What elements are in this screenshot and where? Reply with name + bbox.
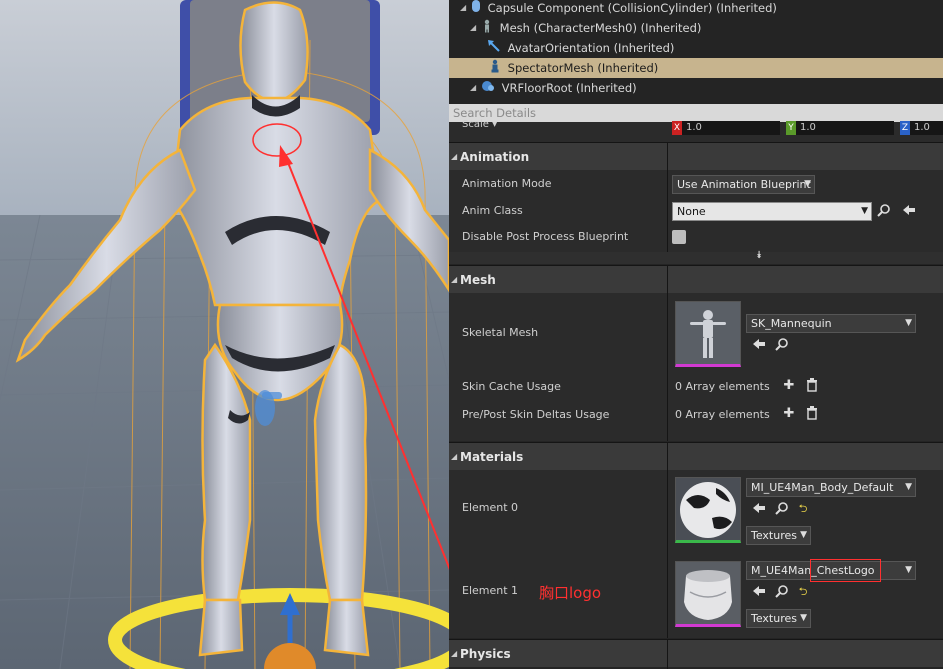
chevron-down-icon: ▼ <box>804 179 811 189</box>
scale-x-axis-label: X <box>672 121 682 135</box>
scale-label[interactable]: Scale ▾ <box>462 119 497 130</box>
physics-category-header[interactable]: ◢ Physics <box>449 639 943 667</box>
column-divider <box>667 142 668 252</box>
disable-post-process-label: Disable Post Process Blueprint <box>462 230 629 243</box>
animation-mode-label: Animation Mode <box>462 177 552 190</box>
tree-item-label: VRFloorRoot (Inherited) <box>501 81 637 95</box>
use-selected-arrow-icon[interactable] <box>751 337 767 353</box>
textures-label: Textures <box>751 529 797 542</box>
browse-search-icon[interactable] <box>876 203 892 219</box>
reset-to-default-icon[interactable]: ⮌ <box>795 584 811 600</box>
use-selected-arrow-icon[interactable] <box>751 501 767 517</box>
collapse-triangle-icon: ◢ <box>451 649 458 658</box>
collapse-triangle-icon[interactable]: ◢ <box>460 0 466 18</box>
chevron-down-icon: ▼ <box>905 482 912 492</box>
collapse-triangle-icon[interactable]: ◢ <box>470 18 476 38</box>
column-divider <box>667 442 668 638</box>
collapse-triangle-icon[interactable]: ◢ <box>470 78 476 98</box>
skeletal-mesh-icon <box>481 19 493 39</box>
chevron-down-icon: ▼ <box>800 530 807 540</box>
details-panel: ◢ Capsule Component (CollisionCylinder) … <box>449 0 943 669</box>
tree-item-vr-floor-root[interactable]: ◢ VRFloorRoot (Inherited) <box>449 78 943 98</box>
scene-component-icon <box>481 79 495 99</box>
tree-item-label: AvatarOrientation (Inherited) <box>507 41 675 55</box>
skeletal-mesh-thumbnail[interactable] <box>675 301 741 367</box>
trash-icon[interactable] <box>804 406 820 422</box>
chevron-down-icon: ▼ <box>861 206 868 216</box>
tree-item-capsule-component[interactable]: ◢ Capsule Component (CollisionCylinder) … <box>449 0 943 18</box>
skeletal-mesh-label: Skeletal Mesh <box>462 326 539 339</box>
skin-cache-label: Skin Cache Usage <box>462 380 561 393</box>
browse-search-icon[interactable] <box>774 337 790 353</box>
add-element-icon[interactable]: ✚ <box>781 378 797 394</box>
anim-class-value: None <box>677 205 706 218</box>
material-1-textures-dropdown[interactable]: Textures ▼ <box>746 609 811 628</box>
material-0-textures-dropdown[interactable]: Textures ▼ <box>746 526 811 545</box>
scale-z-axis-label: Z <box>900 121 910 135</box>
tree-item-spectator-mesh[interactable]: SpectatorMesh (Inherited) <box>449 58 943 78</box>
tree-item-label: Mesh (CharacterMesh0) (Inherited) <box>499 21 702 35</box>
advanced-expander[interactable]: ⯯ <box>449 250 943 264</box>
material-0-dropdown[interactable]: MI_UE4Man_Body_Default ▼ <box>746 478 916 497</box>
skin-cache-value: 0 Array elements <box>675 380 770 393</box>
tree-item-label: Capsule Component (CollisionCylinder) (I… <box>487 1 777 15</box>
animation-mode-dropdown[interactable]: Use Animation Blueprint ▼ <box>672 175 815 194</box>
materials-category-header[interactable]: ◢ Materials <box>449 442 943 470</box>
browse-search-icon[interactable] <box>774 584 790 600</box>
element-1-label: Element 1 <box>462 584 519 597</box>
annotation-label: 胸口logo <box>539 584 602 602</box>
materials-category-title: Materials <box>460 450 524 464</box>
material-0-thumbnail[interactable] <box>675 477 741 543</box>
use-selected-arrow-icon[interactable] <box>901 203 917 219</box>
collapse-triangle-icon: ◢ <box>451 452 458 461</box>
mesh-category-header[interactable]: ◢ Mesh <box>449 265 943 293</box>
element-0-label: Element 0 <box>462 501 519 514</box>
animation-category-header[interactable]: ◢ Animation <box>449 142 943 170</box>
add-element-icon[interactable]: ✚ <box>781 406 797 422</box>
prepost-skin-deltas-label: Pre/Post Skin Deltas Usage <box>462 408 610 421</box>
skeletal-mesh-dropdown[interactable]: SK_Mannequin ▼ <box>746 314 916 333</box>
capsule-icon <box>471 0 481 19</box>
arrow-component-icon <box>487 39 501 59</box>
textures-label: Textures <box>751 612 797 625</box>
animation-mode-value: Use Animation Blueprint <box>677 178 811 191</box>
chevron-down-icon: ▼ <box>800 613 807 623</box>
scale-y-field[interactable]: 1.0 <box>796 121 894 135</box>
mesh-category-title: Mesh <box>460 273 496 287</box>
trash-icon[interactable] <box>804 378 820 394</box>
highlight-box <box>810 559 881 582</box>
tree-item-label: SpectatorMesh (Inherited) <box>507 61 659 75</box>
disable-post-process-checkbox[interactable] <box>672 230 686 244</box>
column-divider <box>667 639 668 669</box>
use-selected-arrow-icon[interactable] <box>751 584 767 600</box>
collapse-triangle-icon: ◢ <box>451 152 458 161</box>
browse-search-icon[interactable] <box>774 501 790 517</box>
collapse-triangle-icon: ◢ <box>451 275 458 284</box>
column-divider <box>667 265 668 441</box>
skeletal-mesh-value: SK_Mannequin <box>751 317 832 330</box>
tree-item-avatar-orientation[interactable]: AvatarOrientation (Inherited) <box>449 38 943 58</box>
chevron-down-icon: ▼ <box>905 565 912 575</box>
scale-x-field[interactable]: 1.0 <box>682 121 780 135</box>
animation-category-title: Animation <box>460 150 530 164</box>
scale-z-field[interactable]: 1.0 <box>910 121 943 135</box>
expand-advanced-icon: ⯯ <box>756 250 762 261</box>
material-0-value: MI_UE4Man_Body_Default <box>751 481 894 494</box>
reset-to-default-icon[interactable]: ⮌ <box>795 501 811 517</box>
prepost-skin-deltas-value: 0 Array elements <box>675 408 770 421</box>
chevron-down-icon: ▼ <box>905 318 912 328</box>
physics-category-title: Physics <box>460 647 511 661</box>
tree-item-mesh[interactable]: ◢ Mesh (CharacterMesh0) (Inherited) <box>449 18 943 38</box>
material-1-thumbnail[interactable] <box>675 561 741 627</box>
search-details-input[interactable]: Search Details <box>449 104 943 122</box>
anim-class-dropdown[interactable]: None ▼ <box>672 202 872 221</box>
skeletal-mesh-icon <box>489 59 501 79</box>
scale-y-axis-label: Y <box>786 121 796 135</box>
anim-class-label: Anim Class <box>462 204 523 217</box>
